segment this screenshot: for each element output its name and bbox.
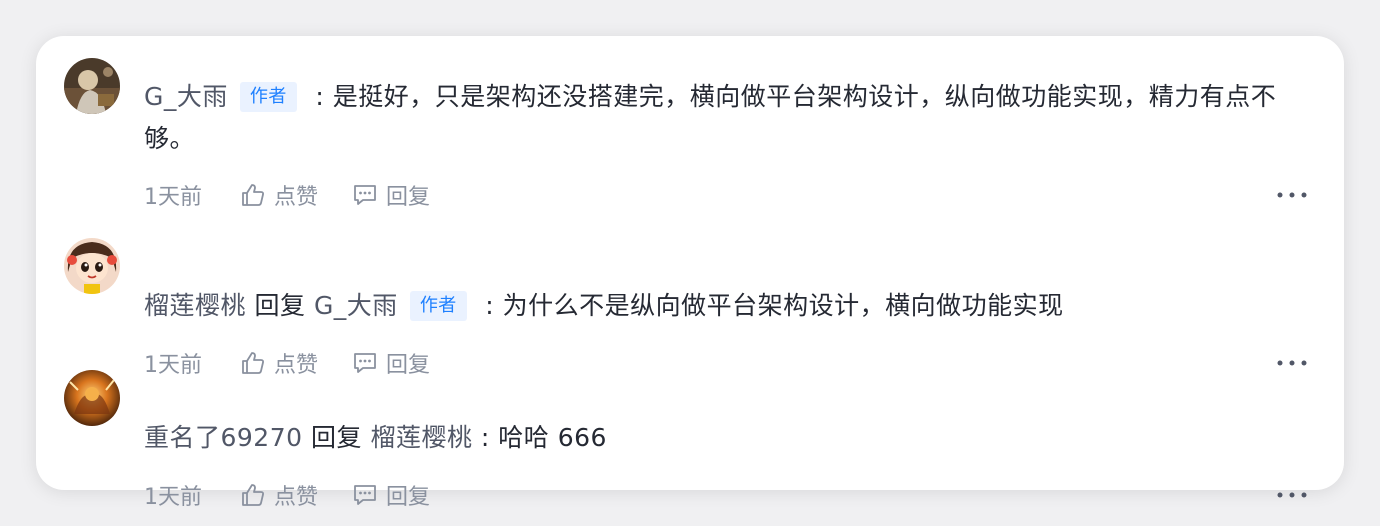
comment-bubble-icon — [354, 485, 376, 505]
comment-author-name[interactable]: 榴莲樱桃 — [144, 291, 246, 320]
comment-content: 为什么不是纵向做平台架构设计，横向做功能实现 — [502, 291, 1064, 320]
comment-text: 重名了69270 回复 榴莲樱桃 : 哈哈 666 — [144, 417, 1316, 459]
comment-list-card: G_大雨 作者 : 是挺好，只是架构还没搭建完，横向做平台架构设计，纵向做功能实现… — [36, 36, 1344, 510]
comment-bubble-icon — [354, 185, 376, 205]
reply-target-name[interactable]: G_大雨 — [314, 291, 398, 320]
reply-button[interactable]: 回复 — [352, 479, 430, 511]
author-badge: 作者 — [239, 82, 297, 112]
avatar[interactable] — [64, 58, 120, 114]
comment-author-name[interactable]: G_大雨 — [144, 82, 228, 111]
avatar[interactable] — [64, 370, 120, 426]
comment-time: 1天前 — [144, 353, 202, 378]
like-button[interactable]: 点赞 — [240, 479, 318, 511]
comment-text: 榴莲樱桃 回复 G_大雨 作者 : 为什么不是纵向做平台架构设计，横向做功能实现 — [144, 285, 1316, 327]
comment-separator: : — [476, 291, 503, 320]
like-label: 点赞 — [274, 485, 319, 510]
reply-button[interactable]: 回复 — [352, 347, 430, 379]
reply-label: 回复 — [386, 485, 431, 510]
reply-target-name[interactable]: 榴莲樱桃 — [370, 423, 472, 452]
more-dots-icon — [1277, 492, 1307, 498]
like-button[interactable]: 点赞 — [240, 347, 318, 379]
author-badge: 作者 — [409, 291, 467, 321]
comment-author-name[interactable]: 重名了69270 — [144, 423, 303, 452]
avatar-fire-warrior-icon — [64, 370, 120, 426]
thumbs-up-icon — [242, 352, 264, 374]
more-options-button[interactable] — [1276, 347, 1308, 379]
comment-text: G_大雨 作者 : 是挺好，只是架构还没搭建完，横向做平台架构设计，纵向做功能实现… — [144, 76, 1316, 160]
avatar-cartoon-girl-icon — [64, 238, 120, 294]
avatar-figure-icon — [64, 58, 120, 114]
avatar[interactable] — [64, 238, 120, 294]
comment-time: 1天前 — [144, 485, 202, 510]
thumbs-up-icon — [242, 484, 264, 506]
comment-separator: : — [472, 423, 499, 452]
like-button[interactable]: 点赞 — [240, 179, 318, 211]
comment-actions: 1天前 点赞 回复 — [144, 347, 1316, 379]
comment-bubble-icon — [354, 353, 376, 373]
more-dots-icon — [1277, 360, 1307, 366]
thumbs-up-icon — [242, 184, 264, 206]
like-label: 点赞 — [274, 185, 319, 210]
comment-actions: 1天前 点赞 回复 — [144, 179, 1316, 211]
more-dots-icon — [1277, 192, 1307, 198]
more-options-button[interactable] — [1276, 479, 1308, 511]
reply-word: 回复 — [254, 291, 306, 320]
comment-separator: : — [306, 82, 333, 111]
comment-actions: 1天前 点赞 回复 — [144, 479, 1316, 511]
comment-content: 哈哈 666 — [498, 423, 607, 452]
like-label: 点赞 — [274, 353, 319, 378]
comment-time: 1天前 — [144, 185, 202, 210]
reply-label: 回复 — [386, 353, 431, 378]
more-options-button[interactable] — [1276, 179, 1308, 211]
reply-button[interactable]: 回复 — [352, 179, 430, 211]
reply-label: 回复 — [386, 185, 431, 210]
reply-word: 回复 — [310, 423, 362, 452]
